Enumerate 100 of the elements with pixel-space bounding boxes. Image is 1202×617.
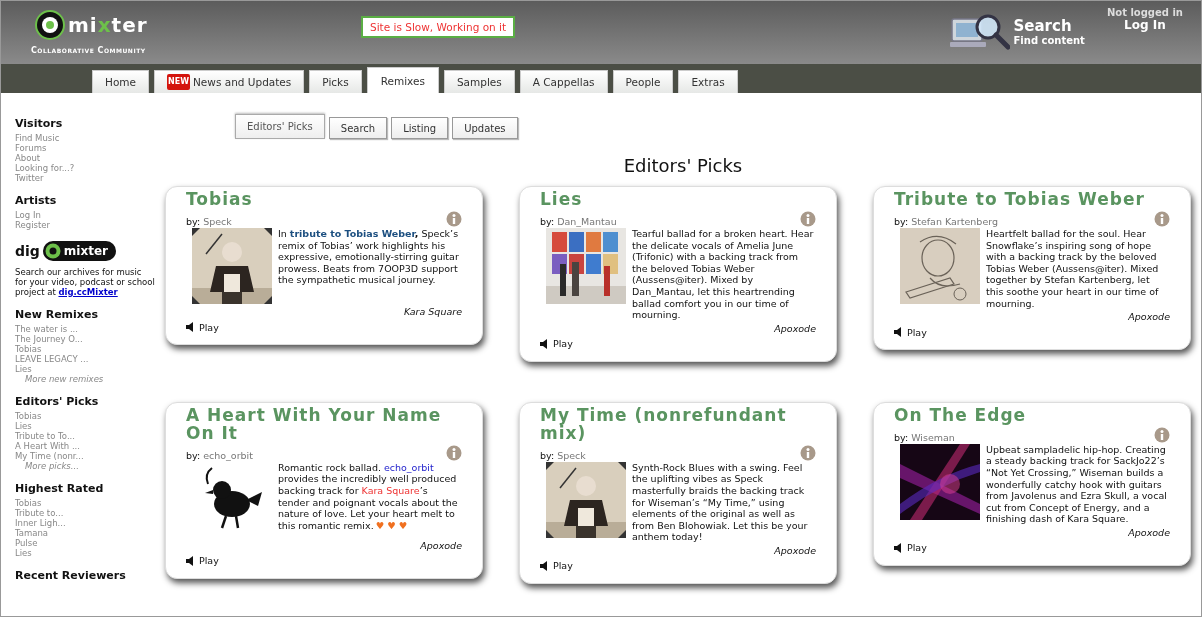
dig-logo-text: dig [15,243,40,259]
sidebar-link[interactable]: Tribute to... [15,508,155,518]
sidebar-link[interactable]: Inner Ligh... [15,518,155,528]
nav-tab[interactable]: Picks [309,70,362,93]
card-title[interactable]: My Time (nonrefundant mix) [540,405,816,442]
artist-link[interactable]: Dan_Mantau [557,216,617,227]
more-link[interactable]: More new remixes [15,374,155,384]
card-title[interactable]: Lies [540,190,816,208]
play-button[interactable]: Play [894,542,927,554]
editor-name: Kara Square [402,306,462,317]
artist-link[interactable]: Stefan Kartenberg [911,216,998,227]
speaker-icon [894,327,902,338]
card-title[interactable]: A Heart With Your Name On It [186,405,462,442]
info-icon [800,444,816,461]
sub-tab[interactable]: Listing [391,117,449,139]
play-button[interactable]: Play [186,555,219,567]
description: In tribute to Tobias Weber, Speck’s remix of Tobias’ work highlights his expressive, emotionally-stirring guitar prowess. Beats from 7OOP3D support the sympathetic musical journey. [278,228,460,288]
info-icon [1154,426,1170,443]
sidebar-link[interactable]: Tamana [15,528,155,538]
artist-link[interactable]: Speck [203,216,232,227]
dig-badge: mixter [42,241,116,261]
new-badge: NEW [167,74,190,90]
by-label: by: [186,216,201,227]
sidebar-link[interactable]: Register [15,220,155,230]
sidebar-link[interactable]: Lies [15,421,155,431]
sidebar-link[interactable]: Pulse [15,538,155,548]
sidebar-link[interactable]: Tobias [15,411,155,421]
info-icon [446,211,462,227]
play-button[interactable]: Play [186,321,219,333]
sidebar-link[interactable]: A Heart With ... [15,441,155,451]
by-label: by: [186,449,201,461]
logo-disc-icon [35,10,65,40]
speaker-icon [540,560,548,571]
sidebar-link[interactable]: My Time (nonr... [15,451,155,461]
artist-link[interactable]: Wiseman [911,431,955,443]
speaker-icon [186,322,194,332]
sidebar-link[interactable]: Find Music [15,133,155,143]
disc-icon [44,243,61,259]
section-heading: New Remixes [15,308,99,321]
sub-tab[interactable]: Updates [452,117,518,139]
artist-link[interactable]: echo_orbit [203,449,253,461]
speaker-icon [894,542,902,553]
section-heading: Recent Reviewers [15,569,127,582]
editor-name: Apoxode [419,539,462,551]
description: Romantic rock ballad. echo_orbit provides the incredibly well produced backing track for Kara Square’s tender and poignant vocals about the nature of love. Let your heart melt to this romantic remix. ♥♥♥ [278,461,459,533]
sub-tab[interactable]: Editors' Picks [235,114,325,139]
sidebar-link[interactable]: Tobias [15,344,155,354]
search-link[interactable]: Search [1013,16,1085,35]
sidebar-link[interactable]: Log In [15,210,155,220]
card-title[interactable]: Tobias [186,190,462,208]
logo-text: mixter [68,13,148,37]
sidebar-link[interactable]: Looking for...? [15,163,155,173]
sidebar-link[interactable]: Forums [15,143,155,153]
by-label: by: [540,449,555,461]
description: Tearful ballad for a broken heart. Hear the delicate vocals of Amelia June (Trifonic) with a backing track from the beloved Tobias Weber (Aussens@iter). Mixed by Dan_Mantau, let this heartrending ballad comfort you in our time of mourning. [632,228,815,321]
sidebar-link[interactable]: Lies [15,364,155,374]
notice-banner: Site is Slow, Working on it [361,16,516,38]
by-label: by: [894,431,909,443]
tagline: Collaborative Community [31,46,147,55]
sidebar-link[interactable]: Tobias [15,498,155,508]
info-icon [446,444,462,461]
play-button[interactable]: Play [540,560,573,572]
nav-tab[interactable]: People [612,70,674,93]
speaker-icon [540,338,548,349]
card-title[interactable]: On The Edge [894,405,1170,424]
sidebar-link[interactable]: Twitter [15,173,155,183]
sidebar-link[interactable]: Lies [15,548,155,558]
info-icon [1154,211,1170,227]
sidebar-link[interactable]: About [15,153,155,163]
section-heading: Artists [15,194,58,207]
play-button[interactable]: Play [540,338,573,350]
login-status: Not logged in [1106,7,1183,18]
nav-tab[interactable]: Samples [443,70,515,93]
nav-tab[interactable]: Extras [678,70,738,93]
editor-name: Apoxode [1127,526,1170,538]
card-title[interactable]: Tribute to Tobias Weber [894,190,1170,208]
sidebar-link[interactable]: The Journey O... [15,334,155,344]
sidebar-link[interactable]: LEAVE LEGACY ... [15,354,155,364]
artist-link[interactable]: Speck [557,449,586,461]
section-heading: Highest Rated [15,482,105,495]
description: Heartfelt ballad for the soul. Hear Snowflake’s inspiring song of hope with a backing track by the beloved Tobias Weber (Aussens@iter). Mixed together by Stefan Kartenberg, let this soothe your heart in our time of mourning. [986,228,1160,310]
dig-link[interactable]: dig.ccMixter [58,287,118,297]
by-label: by: [894,216,909,227]
play-button[interactable]: Play [894,326,927,338]
sidebar-link[interactable]: Tribute to To... [15,431,155,441]
sub-tab[interactable]: Search [328,117,388,139]
nav-tab[interactable]: Remixes [366,67,439,93]
nav-tab[interactable]: A Cappellas [519,70,608,93]
editor-name: Apoxode [1127,311,1170,323]
more-link[interactable]: More picks... [15,461,155,471]
editor-name: Apoxode [773,544,816,556]
info-icon [800,211,816,227]
login-link[interactable]: Log In [1106,18,1183,32]
sidebar-link[interactable]: The water is ... [15,324,155,334]
nav-tab[interactable]: Home [92,70,149,93]
search-subtitle: Find content [1013,34,1085,46]
nav-tab[interactable]: NEW News and Updates [154,70,305,93]
section-heading: Editors' Picks [15,395,100,408]
by-label: by: [540,216,555,227]
description: Upbeat sampladelic hip-hop. Creating a steady backing track for SackJo22’s “Not Yet Crossing,” Wiseman builds a wonderfully catchy hook with guitars from Javolenus and Ezra Skull, a vocal cut from Concept of Energy, and a finishing dash of Kara Square. [986,443,1168,525]
